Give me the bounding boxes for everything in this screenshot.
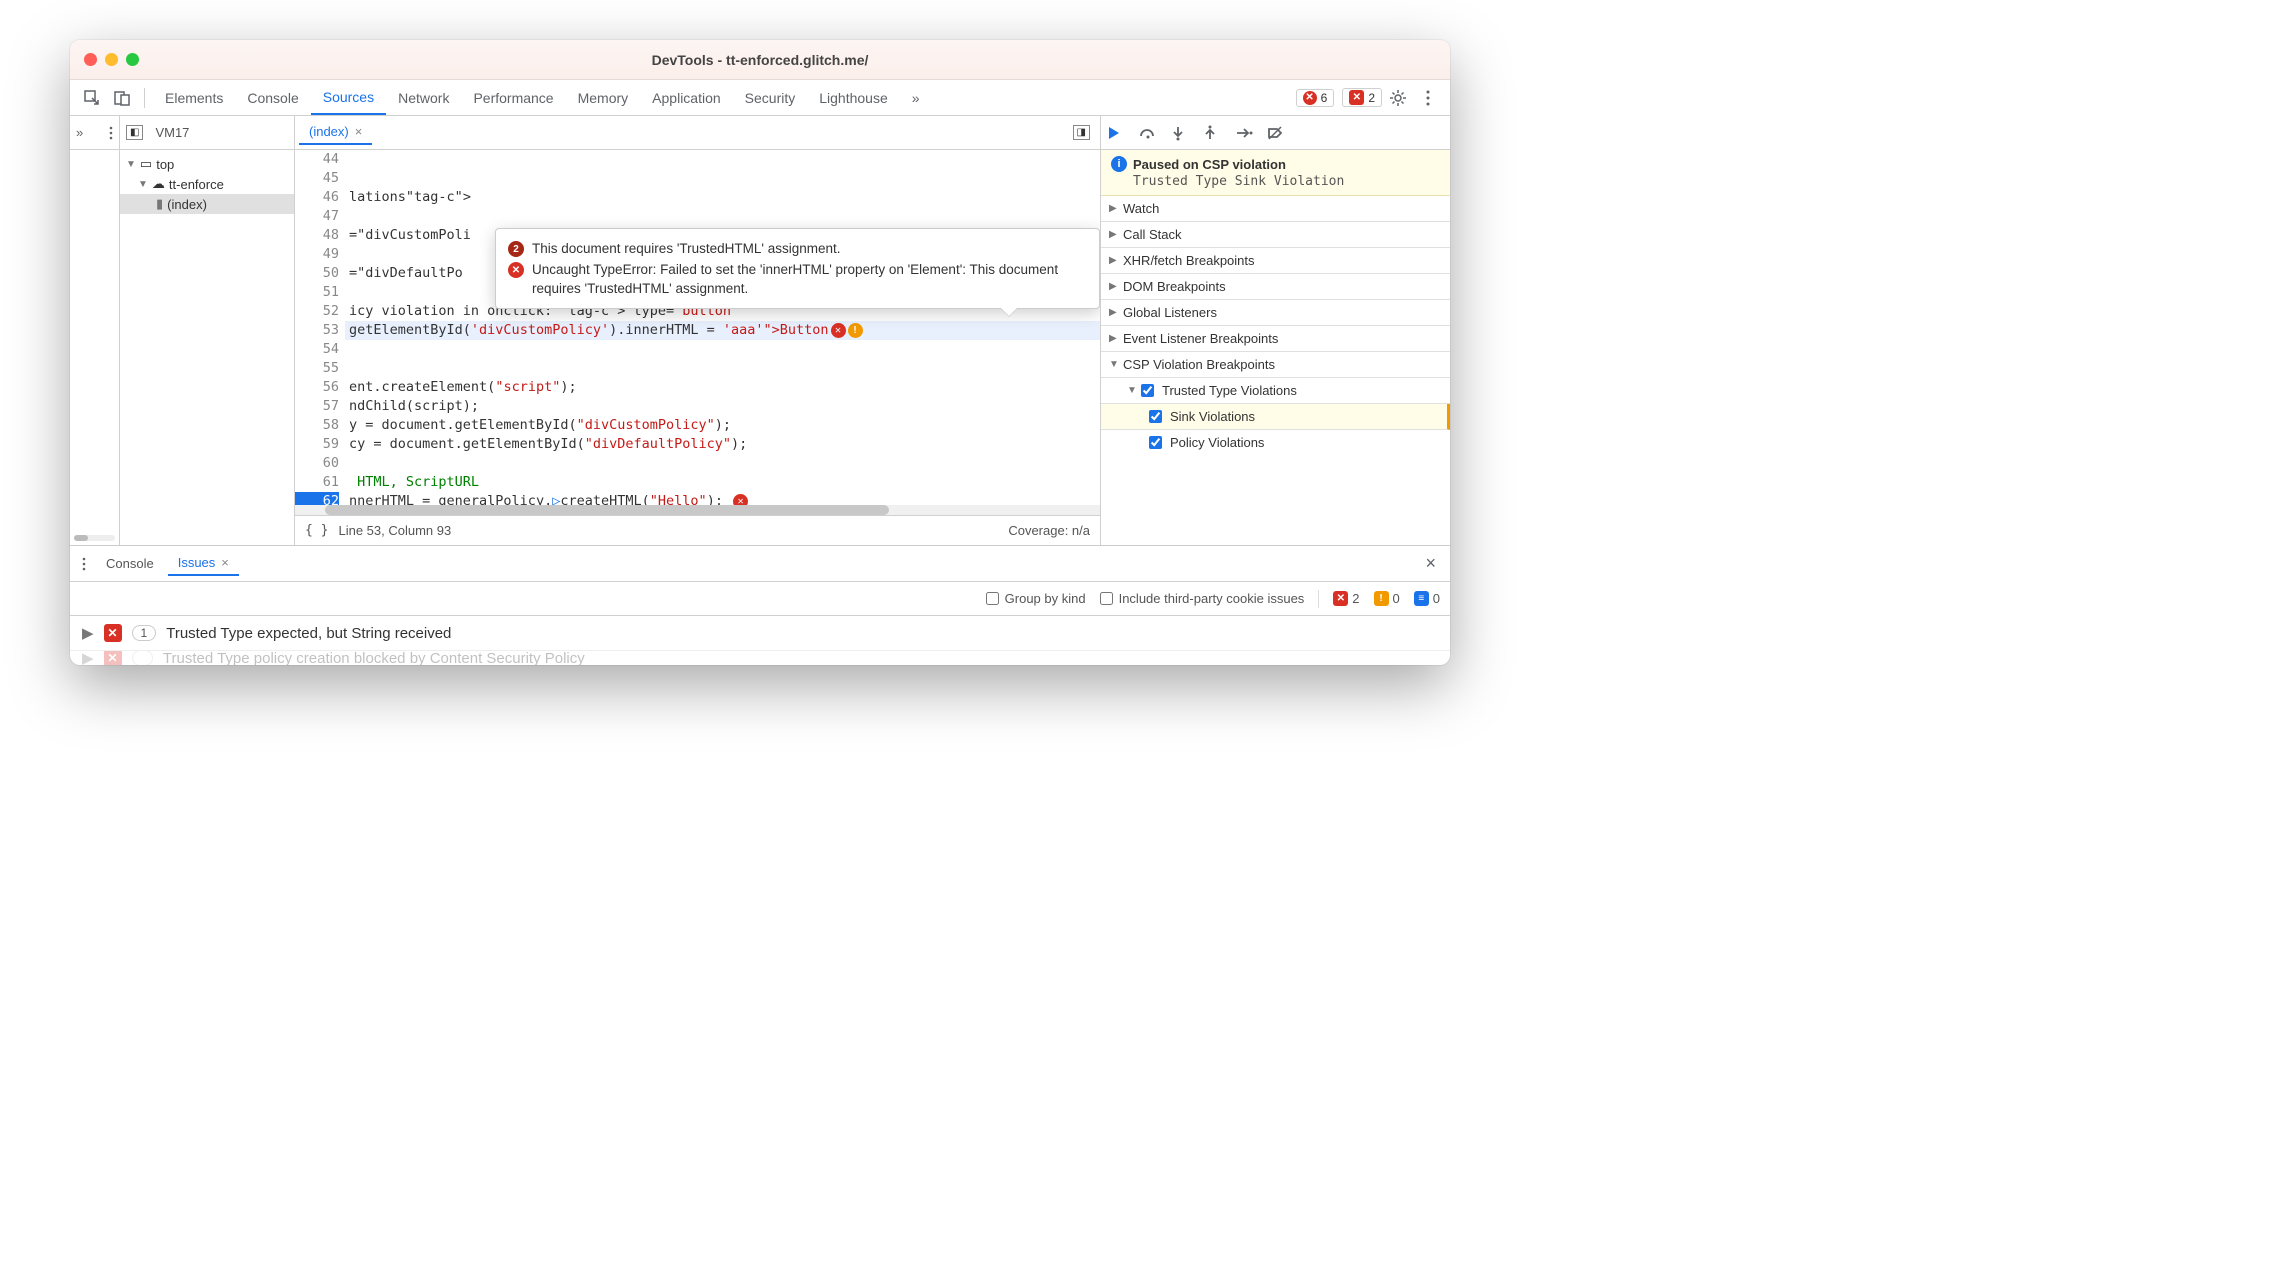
issues-info-count: ≡0 (1414, 591, 1440, 606)
sink-violations-checkbox[interactable] (1149, 410, 1162, 423)
navigator-sidebar: » (70, 116, 120, 545)
step-out-icon[interactable] (1203, 125, 1225, 141)
issue-text: Trusted Type expected, but String receiv… (166, 625, 451, 642)
settings-icon[interactable] (1384, 84, 1412, 112)
issue-error-icon: ✕ (104, 624, 122, 642)
navigator-menu-icon[interactable] (109, 126, 113, 140)
tab-network[interactable]: Network (386, 80, 461, 115)
tab-performance[interactable]: Performance (461, 80, 565, 115)
titlebar: DevTools - tt-enforced.glitch.me/ (70, 40, 1450, 80)
drawer-tab-issues[interactable]: Issues× (168, 551, 239, 576)
issues-badge[interactable]: ✕ 2 (1342, 88, 1382, 107)
deactivate-breakpoints-icon[interactable] (1267, 125, 1289, 141)
devtools-window: DevTools - tt-enforced.glitch.me/ Elemen… (70, 40, 1450, 665)
error-icon: ✕ (1303, 91, 1317, 105)
issue-error-icon: ✕ (104, 651, 122, 665)
issue-count: 1 (132, 625, 157, 641)
errors-count: 6 (1321, 91, 1328, 105)
issues-warn-count: !0 (1374, 591, 1400, 606)
editor-h-scrollbar[interactable] (295, 505, 1100, 515)
pretty-print-icon[interactable]: { } (305, 523, 328, 538)
issue-text: Trusted Type policy creation blocked by … (163, 651, 585, 665)
tab-console[interactable]: Console (235, 80, 310, 115)
info-icon: i (1111, 156, 1127, 172)
issue-row[interactable]: ▶ ✕ Trusted Type policy creation blocked… (70, 651, 1450, 665)
tab-security[interactable]: Security (733, 80, 808, 115)
sink-violations-row[interactable]: Sink Violations (1101, 404, 1450, 430)
editor-tab-vm17[interactable]: VM17 (149, 125, 195, 140)
tree-row-index[interactable]: ▮ (index) (120, 194, 294, 214)
policy-violations-row[interactable]: Policy Violations (1101, 430, 1450, 455)
step-icon[interactable] (1235, 126, 1257, 140)
cloud-icon: ☁ (152, 176, 165, 192)
issues-count: 2 (1368, 91, 1375, 105)
close-drawer-icon[interactable]: × (1417, 553, 1444, 574)
drawer-menu-icon[interactable] (76, 557, 92, 571)
group-by-kind-toggle[interactable]: Group by kind (986, 591, 1086, 606)
debugger-controls (1101, 116, 1450, 150)
close-drawer-tab-icon[interactable]: × (221, 555, 229, 570)
trusted-type-checkbox[interactable] (1141, 384, 1154, 397)
step-into-icon[interactable] (1171, 125, 1193, 141)
event-listener-breakpoints-panel[interactable]: ▶Event Listener Breakpoints (1101, 326, 1450, 352)
csp-violation-breakpoints-panel[interactable]: ▼CSP Violation Breakpoints (1101, 352, 1450, 378)
xhr-breakpoints-panel[interactable]: ▶XHR/fetch Breakpoints (1101, 248, 1450, 274)
cursor-position: Line 53, Column 93 (338, 523, 451, 538)
sources-panel: » ◧ VM17 ▼ ▭ top ▼ ☁ tt-enforce (70, 116, 1450, 546)
file-tree: ◧ VM17 ▼ ▭ top ▼ ☁ tt-enforce ▮ (index) (120, 116, 295, 545)
editor-status-bar: { } Line 53, Column 93 Coverage: n/a (295, 515, 1100, 545)
error-tooltip: 2This document requires 'TrustedHTML' as… (495, 228, 1100, 309)
issue-row[interactable]: ▶ ✕ 1 Trusted Type expected, but String … (70, 616, 1450, 651)
error-icon: ✕ (508, 262, 524, 278)
panel-tabs: Elements Console Sources Network Perform… (153, 80, 932, 115)
more-navigator-icon[interactable]: » (76, 125, 83, 140)
paused-message: iPaused on CSP violation Trusted Type Si… (1101, 150, 1450, 196)
resume-icon[interactable] (1107, 125, 1129, 141)
file-icon: ▮ (156, 196, 163, 212)
tree-row-top[interactable]: ▼ ▭ top (120, 154, 294, 174)
issue-icon: ✕ (1349, 90, 1364, 105)
global-listeners-panel[interactable]: ▶Global Listeners (1101, 300, 1450, 326)
more-menu-icon[interactable] (1414, 84, 1442, 112)
errors-badge[interactable]: ✕ 6 (1296, 89, 1335, 107)
device-toggle-icon[interactable] (108, 84, 136, 112)
code-area[interactable]: 44454647484950515253545556575859606162 l… (295, 150, 1100, 505)
dom-breakpoints-panel[interactable]: ▶DOM Breakpoints (1101, 274, 1450, 300)
code-editor: (index) × ◨ 4445464748495051525354555657… (295, 116, 1100, 545)
tab-elements[interactable]: Elements (153, 80, 235, 115)
step-over-icon[interactable] (1139, 126, 1161, 140)
tree-row-domain[interactable]: ▼ ☁ tt-enforce (120, 174, 294, 194)
window-title: DevTools - tt-enforced.glitch.me/ (70, 52, 1450, 68)
issues-error-count: ✕2 (1333, 591, 1359, 606)
main-toolbar: Elements Console Sources Network Perform… (70, 80, 1450, 116)
tab-lighthouse[interactable]: Lighthouse (807, 80, 900, 115)
drawer-tab-console[interactable]: Console (96, 552, 164, 575)
editor-tab-index[interactable]: (index) × (299, 120, 372, 145)
watch-panel[interactable]: ▶Watch (1101, 196, 1450, 222)
tab-sources[interactable]: Sources (311, 80, 386, 115)
trusted-type-violations-row[interactable]: ▼Trusted Type Violations (1101, 378, 1450, 404)
drawer: Console Issues× × Group by kind Include … (70, 546, 1450, 665)
error-count-icon: 2 (508, 241, 524, 257)
more-tabs-icon[interactable]: » (900, 80, 932, 115)
policy-violations-checkbox[interactable] (1149, 436, 1162, 449)
include-3p-cookies-toggle[interactable]: Include third-party cookie issues (1100, 591, 1305, 606)
tab-memory[interactable]: Memory (566, 80, 641, 115)
inspect-icon[interactable] (78, 84, 106, 112)
tab-application[interactable]: Application (640, 80, 733, 115)
issue-count (132, 651, 153, 665)
toggle-sidebar-icon[interactable]: ◨ (1073, 125, 1090, 140)
debugger-sidebar: iPaused on CSP violation Trusted Type Si… (1100, 116, 1450, 545)
navigator-scrollbar[interactable] (74, 535, 115, 541)
window-frame-icon: ▭ (140, 156, 152, 172)
toggle-navigator-icon[interactable]: ◧ (126, 125, 143, 140)
close-tab-icon[interactable]: × (355, 124, 363, 139)
callstack-panel[interactable]: ▶Call Stack (1101, 222, 1450, 248)
coverage-status: Coverage: n/a (1008, 523, 1090, 538)
